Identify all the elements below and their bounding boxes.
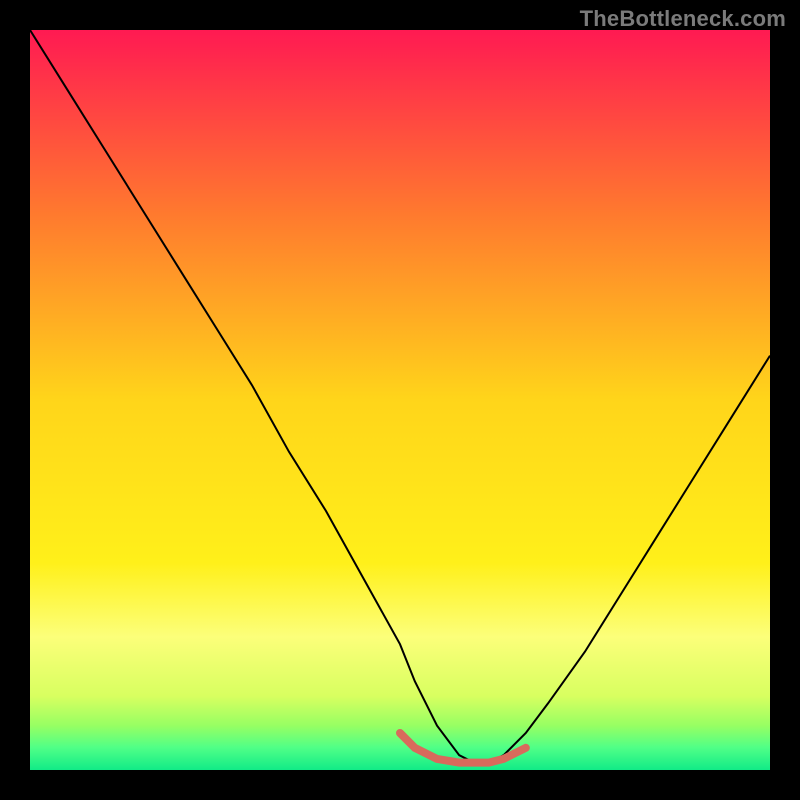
bottleneck-chart	[30, 30, 770, 770]
chart-frame: TheBottleneck.com	[0, 0, 800, 800]
watermark-text: TheBottleneck.com	[580, 6, 786, 32]
gradient-background	[30, 30, 770, 770]
